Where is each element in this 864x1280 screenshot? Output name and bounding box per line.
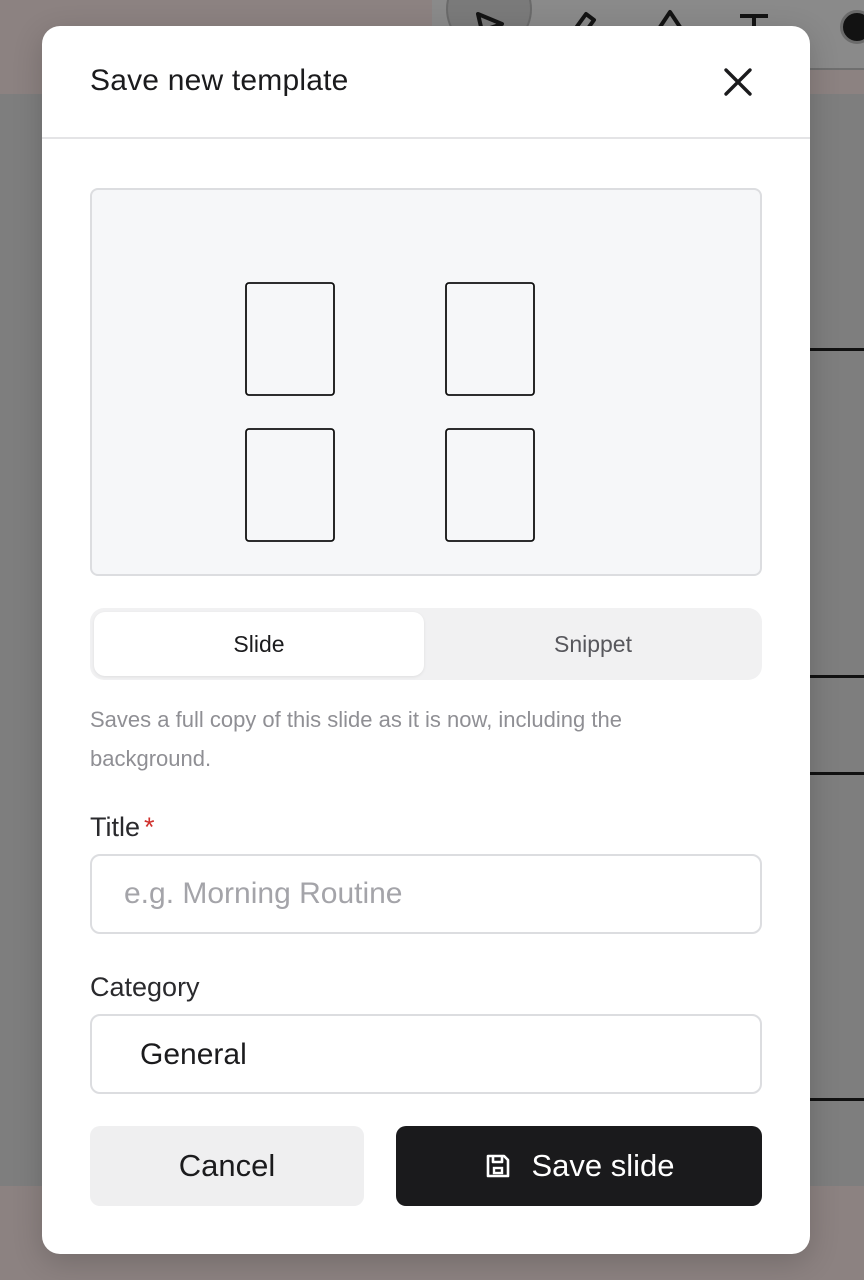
background-line	[810, 675, 864, 678]
title-label: Title *	[90, 812, 155, 843]
save-template-dialog: Save new template Slide Snippet Saves a …	[42, 26, 810, 1254]
background-line	[810, 772, 864, 775]
slide-preview	[90, 188, 762, 576]
save-slide-label: Save slide	[531, 1148, 675, 1183]
required-marker: *	[144, 812, 155, 842]
close-icon	[724, 68, 752, 96]
snippet-option[interactable]: Snippet	[428, 612, 758, 676]
title-label-text: Title	[90, 812, 141, 842]
title-input[interactable]	[90, 854, 762, 934]
cancel-button[interactable]: Cancel	[90, 1126, 364, 1206]
background-line	[810, 348, 864, 351]
category-label: Category	[90, 972, 200, 1002]
category-select[interactable]: General	[90, 1014, 762, 1094]
preview-frame	[245, 428, 335, 542]
floppy-disk-icon	[483, 1151, 513, 1181]
close-button[interactable]	[718, 62, 758, 102]
category-value: General	[140, 1038, 247, 1071]
type-description: Saves a full copy of this slide as it is…	[90, 707, 622, 771]
preview-frame	[445, 282, 535, 396]
dialog-header: Save new template	[42, 26, 810, 139]
preview-frame	[245, 282, 335, 396]
dialog-title: Save new template	[90, 64, 349, 97]
background-line	[810, 1098, 864, 1101]
template-type-toggle: Slide Snippet	[90, 608, 762, 680]
slide-option[interactable]: Slide	[94, 612, 424, 676]
preview-frame	[445, 428, 535, 542]
save-slide-button[interactable]: Save slide	[396, 1126, 762, 1206]
